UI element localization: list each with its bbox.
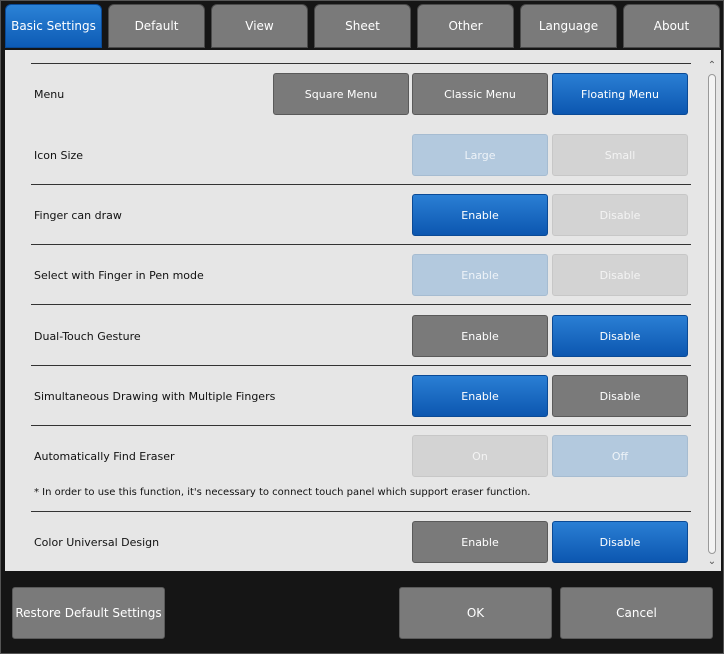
tab-default[interactable]: Default (108, 4, 205, 48)
cancel-button[interactable]: Cancel (560, 587, 713, 639)
tab-view[interactable]: View (211, 4, 308, 48)
scroll-up-icon[interactable]: ⌃ (707, 60, 717, 72)
tab-basic-settings[interactable]: Basic Settings (5, 4, 102, 48)
tab-sheet[interactable]: Sheet (314, 4, 411, 48)
footer-bar: Restore Default Settings OK Cancel (5, 574, 721, 651)
tab-bar: Basic Settings Default View Sheet Other … (5, 4, 721, 50)
separator (31, 511, 691, 512)
floating-menu-button[interactable]: Floating Menu (552, 73, 688, 115)
tab-other[interactable]: Other (417, 4, 514, 48)
color-design-disable-button[interactable]: Disable (552, 521, 688, 563)
select-finger-disable-button: Disable (552, 254, 688, 296)
dual-touch-label: Dual-Touch Gesture (34, 330, 141, 343)
icon-size-label: Icon Size (34, 149, 84, 162)
separator (31, 425, 691, 426)
icon-size-small-button: Small (552, 134, 688, 176)
settings-window: Basic Settings Default View Sheet Other … (0, 0, 724, 654)
color-design-label: Color Universal Design (34, 536, 160, 549)
finger-draw-label: Finger can draw (34, 209, 122, 222)
separator (31, 365, 691, 366)
separator (31, 63, 691, 64)
separator (31, 304, 691, 305)
find-eraser-label: Automatically Find Eraser (34, 450, 175, 463)
tab-language[interactable]: Language (520, 4, 617, 48)
find-eraser-on-button: On (412, 435, 548, 477)
ok-button[interactable]: OK (399, 587, 552, 639)
finger-draw-disable-button[interactable]: Disable (552, 194, 688, 236)
icon-size-large-button: Large (412, 134, 548, 176)
finger-draw-enable-button[interactable]: Enable (412, 194, 548, 236)
dual-touch-enable-button[interactable]: Enable (412, 315, 548, 357)
scroll-down-icon[interactable]: ⌄ (707, 556, 717, 568)
multi-finger-enable-button[interactable]: Enable (412, 375, 548, 417)
menu-label: Menu (34, 88, 65, 101)
eraser-note: * In order to use this function, it's ne… (34, 487, 531, 498)
tab-about[interactable]: About (623, 4, 720, 48)
color-design-enable-button[interactable]: Enable (412, 521, 548, 563)
classic-menu-button[interactable]: Classic Menu (412, 73, 548, 115)
multi-finger-disable-button[interactable]: Disable (552, 375, 688, 417)
dual-touch-disable-button[interactable]: Disable (552, 315, 688, 357)
select-finger-label: Select with Finger in Pen mode (34, 269, 204, 282)
find-eraser-off-button: Off (552, 435, 688, 477)
restore-defaults-button[interactable]: Restore Default Settings (12, 587, 165, 639)
settings-panel: Menu Square Menu Classic Menu Floating M… (5, 50, 721, 571)
multi-finger-label: Simultaneous Drawing with Multiple Finge… (34, 390, 276, 403)
separator (31, 184, 691, 185)
select-finger-enable-button: Enable (412, 254, 548, 296)
square-menu-button[interactable]: Square Menu (273, 73, 409, 115)
scroll-thumb[interactable] (708, 74, 716, 554)
separator (31, 244, 691, 245)
vertical-scrollbar[interactable]: ⌃ ⌄ (706, 60, 718, 568)
